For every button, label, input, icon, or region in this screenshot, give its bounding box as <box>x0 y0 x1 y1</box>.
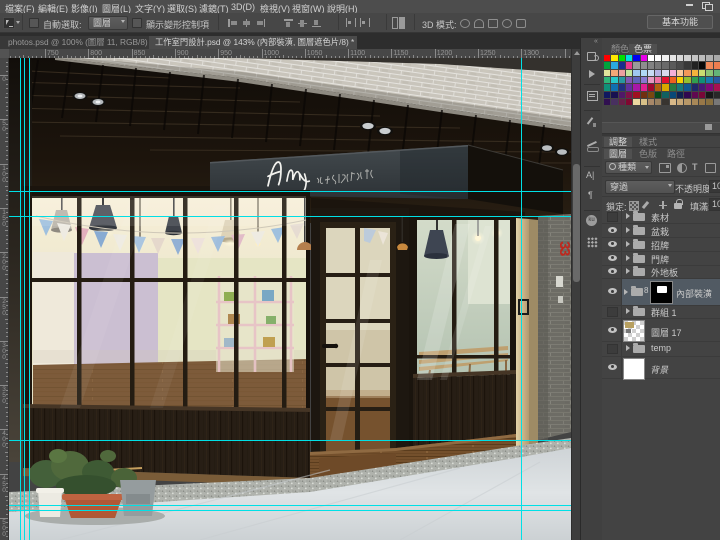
svg-text:33: 33 <box>556 241 571 256</box>
